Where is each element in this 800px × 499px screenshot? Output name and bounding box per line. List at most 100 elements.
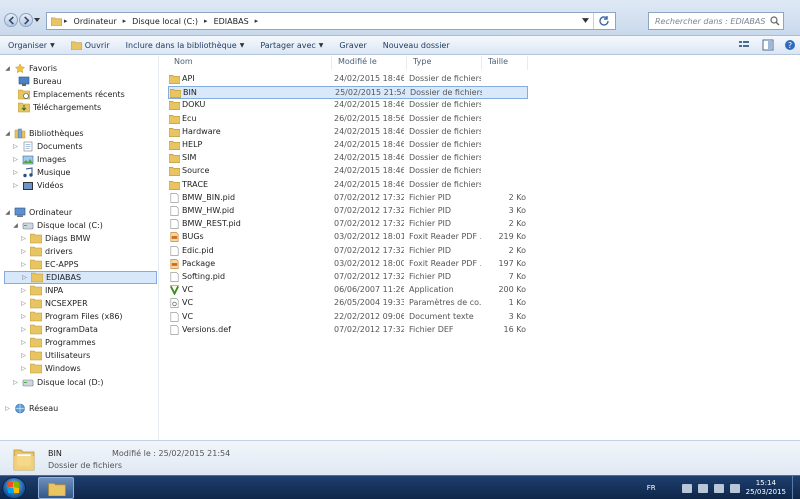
nav-drive-c[interactable]: ◢ Disque local (C:) [12, 219, 103, 232]
nav-drive-d[interactable]: ▷ Disque local (D:) [12, 376, 103, 389]
history-dropdown-icon[interactable] [34, 17, 40, 23]
breadcrumb-separator[interactable]: ▸ [62, 17, 70, 25]
start-button[interactable] [2, 477, 26, 499]
expanded-icon[interactable]: ◢ [4, 209, 11, 216]
file-row-versions-def[interactable]: Versions.def 07/02/2012 17:32 Fichier DEF 1… [168, 324, 528, 337]
nav-computer[interactable]: ◢ Ordinateur [4, 206, 72, 219]
nav-item-diags-bmw[interactable]: ▷ Diags BMW [20, 232, 90, 245]
file-row-api[interactable]: API 24/02/2015 18:46 Dossier de fichiers [168, 73, 528, 86]
file-row-package[interactable]: Package 03/02/2012 18:00 Foxit Reader PDF … [168, 258, 528, 271]
file-row-edic-pid[interactable]: Edic.pid 07/02/2012 17:32 Fichier PID 2 Ko [168, 245, 528, 258]
column-header-modified[interactable]: Modifié le [332, 56, 407, 70]
collapsed-icon[interactable]: ▷ [20, 248, 27, 255]
file-row-softing-pid[interactable]: Softing.pid 07/02/2012 17:32 Fichier PID 7 … [168, 271, 528, 284]
breadcrumb-separator[interactable]: ▸ [121, 17, 129, 25]
file-row-bmw-hw-pid[interactable]: BMW_HW.pid 07/02/2012 17:32 Fichier PID 3 K… [168, 205, 528, 218]
collapsed-icon[interactable]: ▷ [20, 261, 27, 268]
file-row-help[interactable]: HELP 24/02/2015 18:46 Dossier de fichiers [168, 139, 528, 152]
tray-volume-icon[interactable] [713, 483, 724, 493]
breadcrumb-ediabas[interactable]: EDIABAS [210, 17, 253, 26]
file-row-vc[interactable]: VC 26/05/2004 19:33 Paramètres de co... 1 K… [168, 297, 528, 310]
column-header-type[interactable]: Type [407, 56, 482, 70]
tray-flag-icon[interactable] [681, 483, 692, 493]
file-row-ecu[interactable]: Ecu 26/02/2015 18:56 Dossier de fichiers [168, 113, 528, 126]
file-row-sim[interactable]: SIM 24/02/2015 18:46 Dossier de fichiers [168, 152, 528, 165]
collapsed-icon[interactable]: ▷ [12, 182, 19, 189]
clock[interactable]: 15:14 25/03/2015 [746, 479, 786, 497]
address-field[interactable]: ▸ Ordinateur ▸ Disque local (C:) ▸ EDIAB… [46, 12, 616, 30]
preview-pane-icon[interactable] [762, 39, 774, 51]
column-header-name[interactable]: Nom [168, 56, 332, 70]
collapsed-icon[interactable]: ▷ [20, 300, 27, 307]
burn-button[interactable]: Graver [331, 41, 374, 50]
nav-item-program-files-x86-[interactable]: ▷ Program Files (x86) [20, 310, 123, 323]
help-icon[interactable]: ? [784, 39, 796, 51]
nav-item-drivers[interactable]: ▷ drivers [20, 245, 73, 258]
search-input[interactable]: Rechercher dans : EDIABAS [648, 12, 784, 30]
open-button[interactable]: Ouvrir [63, 41, 118, 50]
view-options-icon[interactable] [738, 39, 752, 51]
taskbar-explorer-button[interactable] [38, 477, 74, 499]
nav-item-bureau[interactable]: Bureau [18, 75, 62, 88]
file-row-hardware[interactable]: Hardware 24/02/2015 18:46 Dossier de fichi… [168, 126, 528, 139]
organize-button[interactable]: Organiser ▼ [0, 41, 63, 50]
forward-button[interactable] [19, 13, 33, 27]
file-row-vc[interactable]: VC 06/06/2007 11:26 Application 200 Ko [168, 284, 528, 297]
collapsed-icon[interactable]: ▷ [12, 169, 19, 176]
nav-item-ediabas[interactable]: ▷ EDIABAS [4, 271, 157, 284]
nav-network[interactable]: ▷ Réseau [4, 402, 58, 415]
file-row-bin[interactable]: BIN 25/02/2015 21:54 Dossier de fichiers [168, 86, 528, 100]
include-library-button[interactable]: Inclure dans la bibliothèque ▼ [118, 41, 253, 50]
nav-item-images[interactable]: ▷ Images [12, 153, 66, 166]
show-desktop-button[interactable] [792, 476, 796, 499]
collapsed-icon[interactable]: ▷ [20, 339, 27, 346]
nav-item-utilisateurs[interactable]: ▷ Utilisateurs [20, 349, 90, 362]
file-row-source[interactable]: Source 24/02/2015 18:46 Dossier de fichier… [168, 165, 528, 178]
file-row-doku[interactable]: DOKU 24/02/2015 18:46 Dossier de fichiers [168, 99, 528, 112]
collapsed-icon[interactable]: ▷ [12, 156, 19, 163]
nav-libraries[interactable]: ◢ Bibliothèques [4, 127, 84, 140]
nav-item-recent[interactable]: Emplacements récents [18, 88, 125, 101]
share-button[interactable]: Partager avec ▼ [252, 41, 331, 50]
tray-network-icon[interactable] [697, 483, 708, 493]
collapsed-icon[interactable]: ▷ [20, 287, 27, 294]
collapsed-icon[interactable]: ▷ [21, 274, 28, 281]
nav-item-documents[interactable]: ▷ Documents [12, 140, 83, 153]
new-folder-button[interactable]: Nouveau dossier [375, 41, 458, 50]
nav-item-windows[interactable]: ▷ Windows [20, 362, 81, 375]
expanded-icon[interactable]: ◢ [4, 130, 11, 137]
collapsed-icon[interactable]: ▷ [4, 405, 11, 412]
breadcrumb-separator[interactable]: ▸ [253, 17, 261, 25]
breadcrumb-separator[interactable]: ▸ [202, 17, 210, 25]
address-dropdown-icon[interactable] [582, 17, 589, 24]
back-button[interactable] [4, 13, 18, 27]
collapsed-icon[interactable]: ▷ [20, 313, 27, 320]
expanded-icon[interactable]: ◢ [4, 65, 11, 72]
collapsed-icon[interactable]: ▷ [12, 143, 19, 150]
file-row-bmw-rest-pid[interactable]: BMW_REST.pid 07/02/2012 17:32 Fichier PID 2… [168, 218, 528, 231]
file-list-view[interactable]: Nom Modifié le Type Taille API 24/02/2015… [160, 56, 800, 440]
nav-item-inpa[interactable]: ▷ INPA [20, 284, 63, 297]
nav-item-music[interactable]: ▷ Musique [12, 166, 70, 179]
nav-item-ec-apps[interactable]: ▷ EC-APPS [20, 258, 79, 271]
collapsed-icon[interactable]: ▷ [20, 326, 27, 333]
nav-item-downloads[interactable]: Téléchargements [18, 101, 101, 114]
tray-power-icon[interactable] [729, 483, 740, 493]
refresh-button[interactable] [593, 13, 613, 29]
file-row-trace[interactable]: TRACE 24/02/2015 18:46 Dossier de fichiers [168, 179, 528, 192]
language-indicator[interactable]: FR [647, 484, 656, 492]
collapsed-icon[interactable]: ▷ [20, 352, 27, 359]
breadcrumb-disque-c[interactable]: Disque local (C:) [128, 17, 202, 26]
nav-item-ncsexper[interactable]: ▷ NCSEXPER [20, 297, 88, 310]
nav-item-programdata[interactable]: ▷ ProgramData [20, 323, 98, 336]
collapsed-icon[interactable]: ▷ [20, 235, 27, 242]
nav-item-programmes[interactable]: ▷ Programmes [20, 336, 96, 349]
collapsed-icon[interactable]: ▷ [20, 365, 27, 372]
nav-item-videos[interactable]: ▷ Vidéos [12, 179, 64, 192]
file-row-vc[interactable]: VC 22/02/2012 09:06 Document texte 3 Ko [168, 311, 528, 324]
nav-favorites[interactable]: ◢ Favoris [4, 62, 57, 75]
file-row-bmw-bin-pid[interactable]: BMW_BIN.pid 07/02/2012 17:32 Fichier PID 2 … [168, 192, 528, 205]
collapsed-icon[interactable]: ▷ [12, 379, 19, 386]
file-row-bugs[interactable]: BUGs 03/02/2012 18:01 Foxit Reader PDF ...… [168, 231, 528, 244]
breadcrumb-ordinateur[interactable]: Ordinateur [70, 17, 121, 26]
